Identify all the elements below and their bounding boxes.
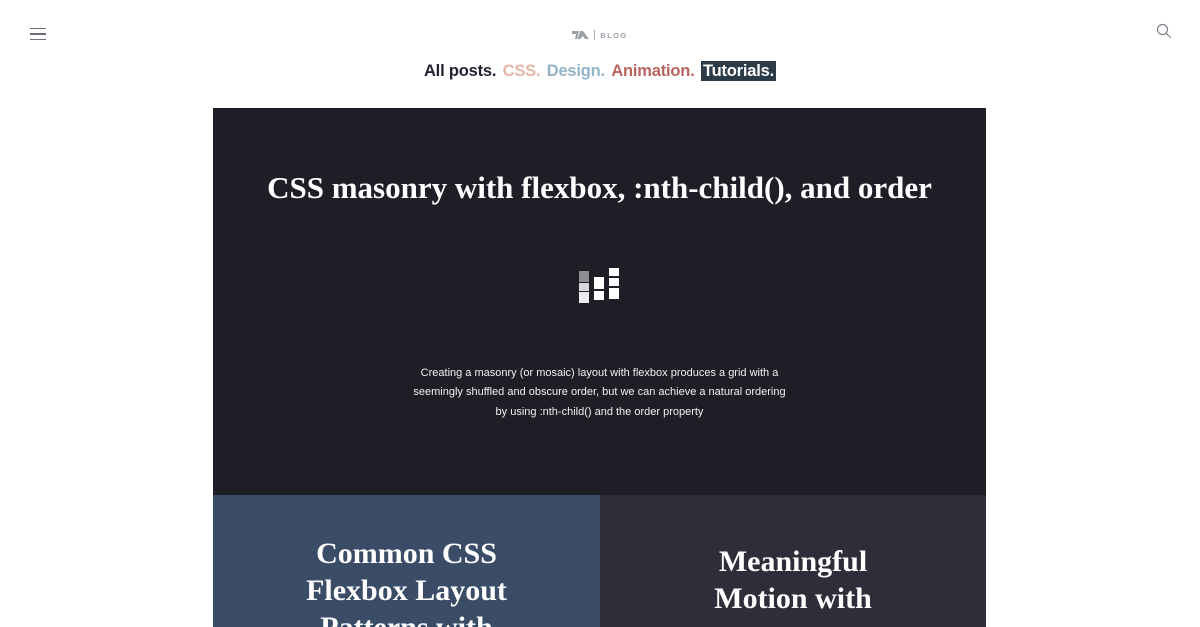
brand-divider xyxy=(594,30,596,40)
filter-all-posts[interactable]: All posts. xyxy=(424,62,496,80)
post-card-title: Common CSS Flexbox Layout Patterns with xyxy=(306,537,507,627)
category-filter-nav: All posts. CSS. Design. Animation. Tutor… xyxy=(0,61,1200,81)
brand-label: BLOG xyxy=(600,30,628,40)
filter-css[interactable]: CSS. xyxy=(503,62,541,80)
filter-tutorials[interactable]: Tutorials. xyxy=(700,61,777,81)
filter-animation[interactable]: Animation. xyxy=(611,62,694,80)
post-card[interactable]: Common CSS Flexbox Layout Patterns with xyxy=(213,495,600,627)
masonry-grid-icon xyxy=(579,268,619,303)
brand-logo-icon xyxy=(572,31,590,39)
post-card[interactable]: Meaningful Motion with xyxy=(600,495,986,627)
brand[interactable]: BLOG xyxy=(0,29,1200,41)
featured-post-excerpt: Creating a masonry (or mosaic) layout wi… xyxy=(413,367,786,418)
featured-post-card[interactable]: CSS masonry with flexbox, :nth-child(), … xyxy=(213,108,986,495)
blog-page: BLOG All posts. CSS. Design. Animation. … xyxy=(0,0,1200,627)
filter-design[interactable]: Design. xyxy=(547,62,605,80)
post-card-title: Meaningful Motion with xyxy=(714,545,872,615)
search-icon[interactable] xyxy=(1156,23,1172,39)
featured-post-title: CSS masonry with flexbox, :nth-child(), … xyxy=(267,170,932,205)
